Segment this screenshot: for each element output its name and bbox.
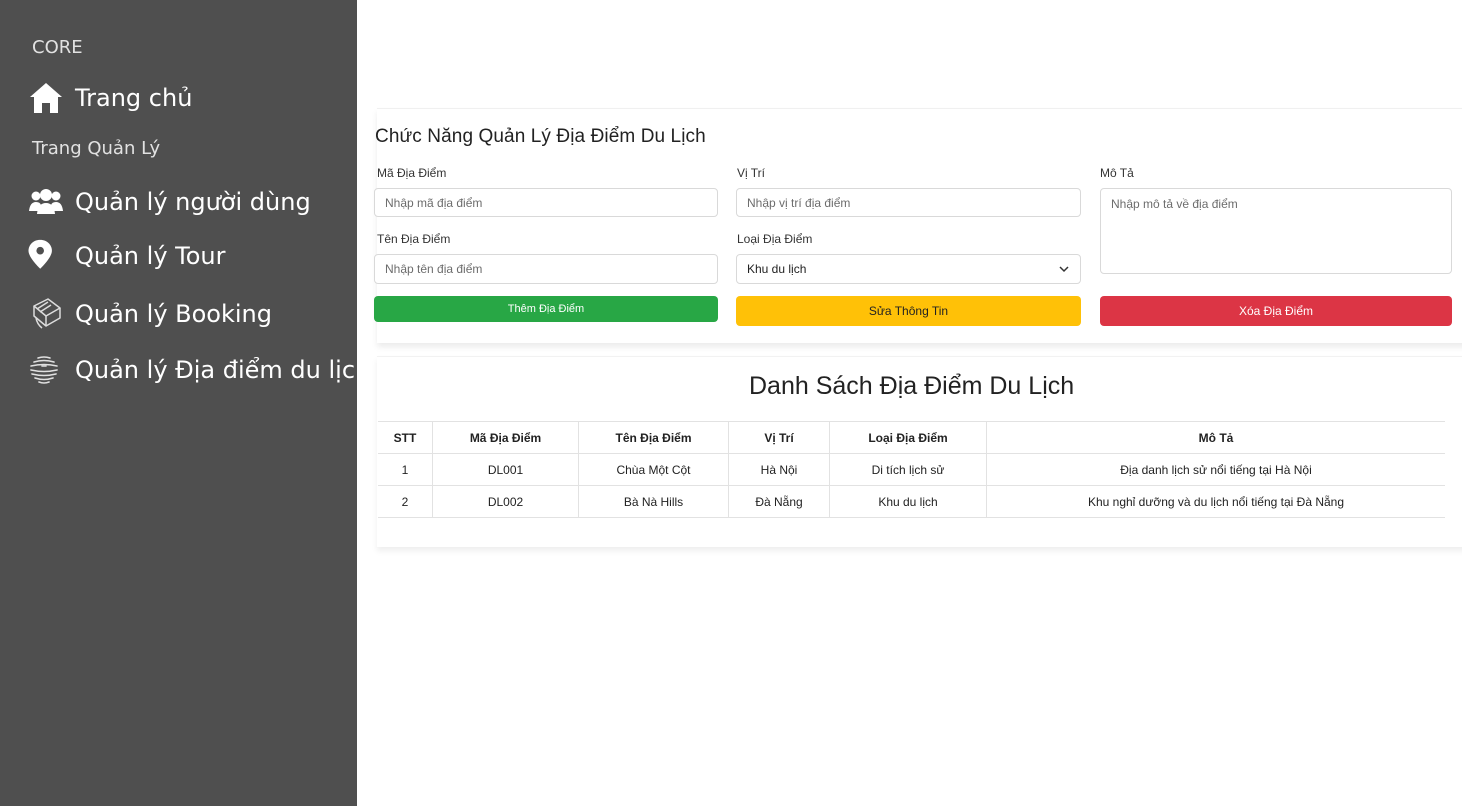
col-location: Vị Trí (728, 421, 830, 454)
cell-description: Khu nghỉ dưỡng và du lịch nổi tiếng tại … (986, 485, 1445, 518)
form-title: Chức Năng Quản Lý Địa Điểm Du Lịch (375, 126, 706, 147)
cell-name: Bà Nà Hills (578, 485, 729, 518)
sidebar-item-label: Trang chủ (75, 84, 193, 112)
home-icon (28, 80, 64, 116)
list-title: Danh Sách Địa Điểm Du Lịch (749, 372, 1075, 400)
cell-location: Đà Nẵng (728, 485, 830, 518)
place-code-input[interactable] (374, 188, 718, 217)
location-label: Vị Trí (737, 166, 766, 180)
col-name: Tên Địa Điểm (578, 421, 729, 454)
places-table: STT Mã Địa Điểm Tên Địa Điểm Vị Trí Loại… (378, 421, 1445, 518)
location-input[interactable] (736, 188, 1081, 217)
sidebar-heading-admin: Trang Quản Lý (32, 138, 161, 159)
table-header-row: STT Mã Địa Điểm Tên Địa Điểm Vị Trí Loại… (378, 421, 1445, 454)
globe-icon (28, 352, 64, 388)
sidebar-item-label: Quản lý Booking (75, 300, 272, 328)
delete-place-button[interactable]: Xóa Địa Điểm (1100, 296, 1452, 326)
description-label: Mô Tả (1100, 166, 1134, 180)
sidebar-heading-core: CORE (32, 37, 83, 58)
type-label: Loại Địa Điểm (737, 232, 813, 246)
col-description: Mô Tả (986, 421, 1445, 454)
sidebar: CORE Trang chủ Trang Quản Lý Quản lý ngư… (0, 0, 370, 806)
sidebar-item-label: Quản lý Tour (75, 242, 226, 270)
name-label: Tên Địa Điểm (377, 232, 451, 246)
sidebar-item-booking[interactable]: Quản lý Booking (28, 296, 272, 332)
cell-location: Hà Nội (728, 453, 830, 486)
description-textarea[interactable] (1100, 188, 1452, 274)
cell-code: DL001 (432, 453, 579, 486)
chevron-down-icon (1058, 262, 1070, 276)
main-content: Chức Năng Quản Lý Địa Điểm Du Lịch Mã Đị… (357, 0, 1462, 806)
edit-place-button[interactable]: Sửa Thông Tin (736, 296, 1081, 326)
sidebar-item-tour[interactable]: Quản lý Tour (28, 238, 226, 274)
book-icon (28, 296, 64, 332)
col-code: Mã Địa Điểm (432, 421, 579, 454)
code-label: Mã Địa Điểm (377, 166, 447, 180)
cell-name: Chùa Một Cột (578, 453, 729, 486)
cell-stt: 1 (378, 453, 433, 486)
cell-type: Di tích lịch sử (829, 453, 987, 486)
cell-code: DL002 (432, 485, 579, 518)
add-place-button[interactable]: Thêm Địa Điểm (374, 296, 718, 322)
place-type-select[interactable]: Khu du lịch (736, 254, 1081, 284)
cell-description: Địa danh lịch sử nổi tiếng tại Hà Nội (986, 453, 1445, 486)
sidebar-item-label: Quản lý Địa điểm du lịch (75, 356, 371, 384)
sidebar-item-label: Quản lý người dùng (75, 188, 311, 216)
sidebar-item-users[interactable]: Quản lý người dùng (28, 184, 311, 220)
sidebar-item-places[interactable]: Quản lý Địa điểm du lịch (28, 352, 370, 388)
cell-stt: 2 (378, 485, 433, 518)
place-type-value: Khu du lịch (747, 262, 807, 276)
col-stt: STT (378, 421, 433, 454)
users-icon (28, 184, 64, 220)
cell-type: Khu du lịch (829, 485, 987, 518)
table-row[interactable]: 1 DL001 Chùa Một Cột Hà Nội Di tích lịch… (378, 453, 1445, 486)
col-type: Loại Địa Điểm (829, 421, 987, 454)
table-row[interactable]: 2 DL002 Bà Nà Hills Đà Nẵng Khu du lịch … (378, 485, 1445, 518)
sidebar-item-home[interactable]: Trang chủ (28, 80, 192, 116)
place-name-input[interactable] (374, 254, 718, 284)
map-pin-icon (28, 238, 64, 274)
